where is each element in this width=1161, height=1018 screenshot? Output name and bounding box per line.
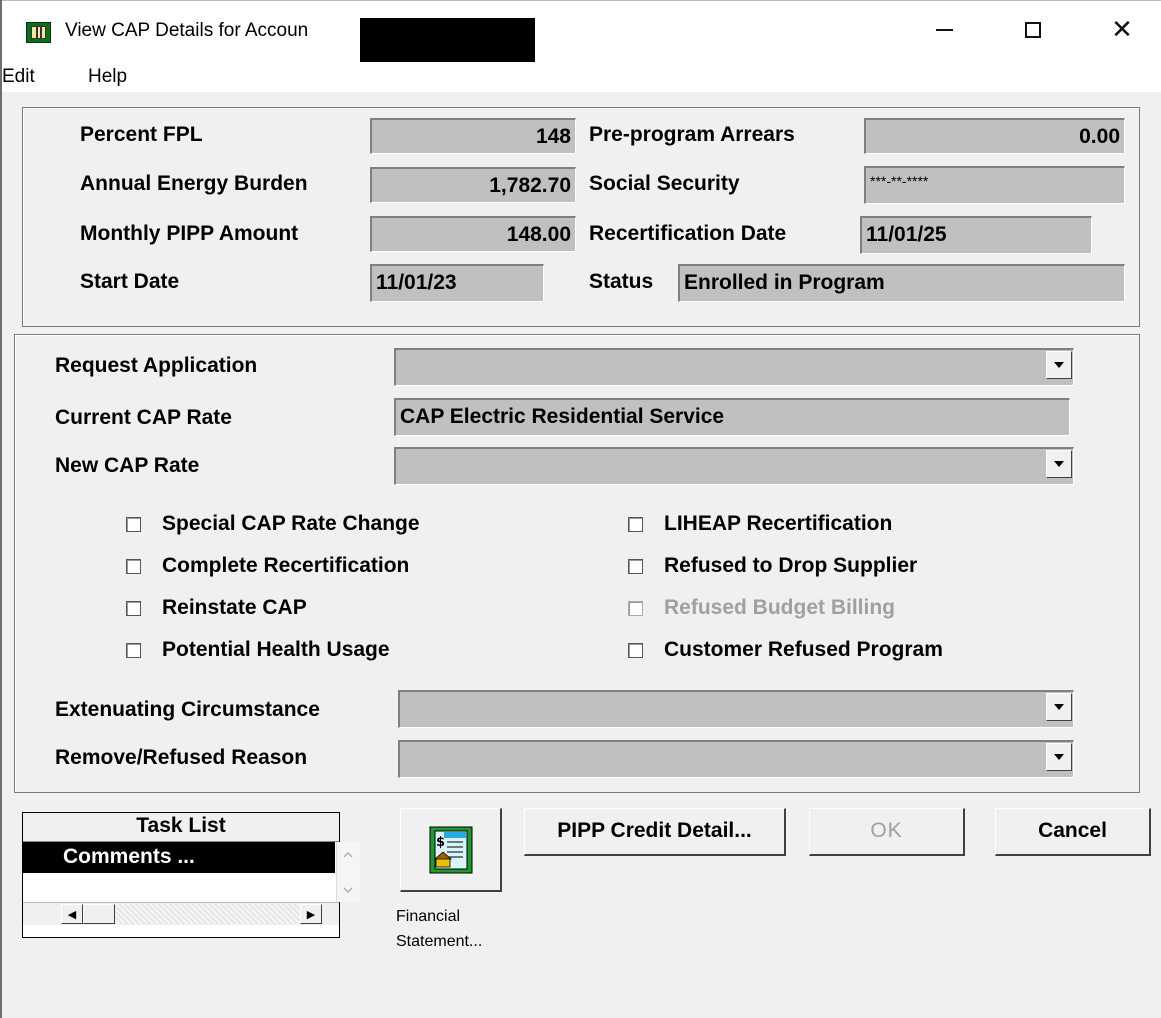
scroll-left-icon[interactable]: ◀: [61, 904, 83, 924]
complete-recertification-label[interactable]: Complete Recertification: [162, 554, 409, 578]
task-list-item[interactable]: Comments ...: [23, 842, 335, 873]
app-icon[interactable]: [26, 22, 51, 43]
potential-health-usage-checkbox[interactable]: [126, 643, 141, 658]
annual-energy-burden-label: Annual Energy Burden: [80, 172, 308, 195]
chevron-down-icon: [1054, 754, 1064, 760]
new-cap-rate-dropdown-arrow[interactable]: [1046, 450, 1072, 478]
status-label: Status: [589, 270, 654, 293]
scroll-arrows-icon: [343, 851, 353, 894]
preprogram-arrears-field[interactable]: 0.00: [864, 118, 1125, 154]
extenuating-circumstance-dropdown-arrow[interactable]: [1046, 693, 1072, 721]
financial-statement-caption: Financial Statement...: [396, 904, 482, 954]
percent-fpl-field[interactable]: 148: [370, 118, 576, 154]
special-cap-rate-change-checkbox[interactable]: [126, 517, 141, 532]
customer-refused-program-checkbox[interactable]: [628, 643, 643, 658]
remove-refused-reason-label: Remove/Refused Reason: [55, 746, 308, 769]
minimize-icon: [935, 29, 953, 31]
menu-edit[interactable]: Edit: [2, 66, 35, 88]
close-button[interactable]: ✕: [1092, 10, 1152, 50]
window-border: [0, 0, 1161, 1]
task-list-header: Task List: [23, 813, 339, 842]
request-application-dropdown[interactable]: [394, 348, 1074, 386]
request-application-label: Request Application: [55, 354, 258, 377]
task-list[interactable]: Task List Comments ... ◀ ▶: [22, 812, 360, 938]
recertification-date-label: Recertification Date: [589, 222, 787, 245]
chevron-down-icon: [1054, 461, 1064, 467]
minimize-button[interactable]: [914, 10, 974, 50]
percent-fpl-label: Percent FPL: [80, 123, 203, 146]
financial-statement-button[interactable]: $: [400, 808, 502, 892]
refused-budget-billing-checkbox: [628, 601, 643, 616]
redacted-block: [360, 18, 535, 65]
window-border-left: [0, 0, 2, 1018]
liheap-recertification-checkbox[interactable]: [628, 517, 643, 532]
potential-health-usage-label[interactable]: Potential Health Usage: [162, 638, 390, 662]
preprogram-arrears-label: Pre-program Arrears: [589, 123, 795, 146]
status-field[interactable]: Enrolled in Program: [678, 264, 1125, 302]
request-application-dropdown-arrow[interactable]: [1046, 351, 1072, 379]
scroll-thumb[interactable]: [83, 904, 115, 924]
scroll-right-icon[interactable]: ▶: [300, 904, 322, 924]
monthly-pipp-amount-field[interactable]: 148.00: [370, 216, 576, 252]
ok-button: OK: [809, 808, 965, 856]
liheap-recertification-label[interactable]: LIHEAP Recertification: [664, 512, 892, 536]
menu-bar: [0, 62, 1161, 92]
annual-energy-burden-field[interactable]: 1,782.70: [370, 167, 576, 203]
pipp-credit-detail-button[interactable]: PIPP Credit Detail...: [524, 808, 786, 856]
task-list-horizontal-scrollbar[interactable]: ◀ ▶: [23, 902, 339, 925]
financial-caption-line1: Financial: [396, 908, 461, 925]
chevron-down-icon: [1054, 704, 1064, 710]
cancel-button[interactable]: Cancel: [995, 808, 1151, 856]
special-cap-rate-change-label[interactable]: Special CAP Rate Change: [162, 512, 420, 536]
close-icon: ✕: [1111, 15, 1133, 45]
complete-recertification-checkbox[interactable]: [126, 559, 141, 574]
maximize-icon: [1025, 22, 1041, 38]
start-date-field[interactable]: 11/01/23: [370, 264, 544, 302]
start-date-label: Start Date: [80, 270, 180, 293]
refused-to-drop-supplier-label[interactable]: Refused to Drop Supplier: [664, 554, 917, 578]
financial-statement-icon: $: [429, 826, 472, 873]
refused-to-drop-supplier-checkbox[interactable]: [628, 559, 643, 574]
extenuating-circumstance-dropdown[interactable]: [398, 690, 1074, 728]
new-cap-rate-dropdown[interactable]: [394, 447, 1074, 485]
monthly-pipp-amount-label: Monthly PIPP Amount: [80, 222, 299, 245]
svg-text:$: $: [436, 835, 445, 850]
current-cap-rate-field[interactable]: CAP Electric Residential Service: [394, 398, 1070, 436]
remove-refused-reason-dropdown-arrow[interactable]: [1046, 743, 1072, 771]
current-cap-rate-label: Current CAP Rate: [55, 406, 232, 429]
social-security-label: Social Security: [589, 172, 740, 195]
reinstate-cap-checkbox[interactable]: [126, 601, 141, 616]
maximize-button[interactable]: [1003, 10, 1063, 50]
remove-refused-reason-dropdown[interactable]: [398, 740, 1074, 778]
scroll-track[interactable]: [115, 904, 300, 924]
reinstate-cap-label[interactable]: Reinstate CAP: [162, 596, 307, 620]
customer-refused-program-label[interactable]: Customer Refused Program: [664, 638, 943, 662]
financial-caption-line2: Statement...: [396, 933, 483, 950]
window-title: View CAP Details for Accoun: [65, 20, 309, 41]
chevron-down-icon: [1054, 362, 1064, 368]
task-list-vertical-scrollbar[interactable]: [336, 842, 360, 902]
social-security-field[interactable]: ***-**-****: [864, 166, 1125, 204]
refused-budget-billing-label: Refused Budget Billing: [664, 596, 895, 619]
extenuating-circumstance-label: Extenuating Circumstance: [55, 698, 320, 721]
menu-help[interactable]: Help: [88, 66, 127, 88]
recertification-date-field[interactable]: 11/01/25: [860, 216, 1092, 254]
new-cap-rate-label: New CAP Rate: [55, 454, 200, 477]
